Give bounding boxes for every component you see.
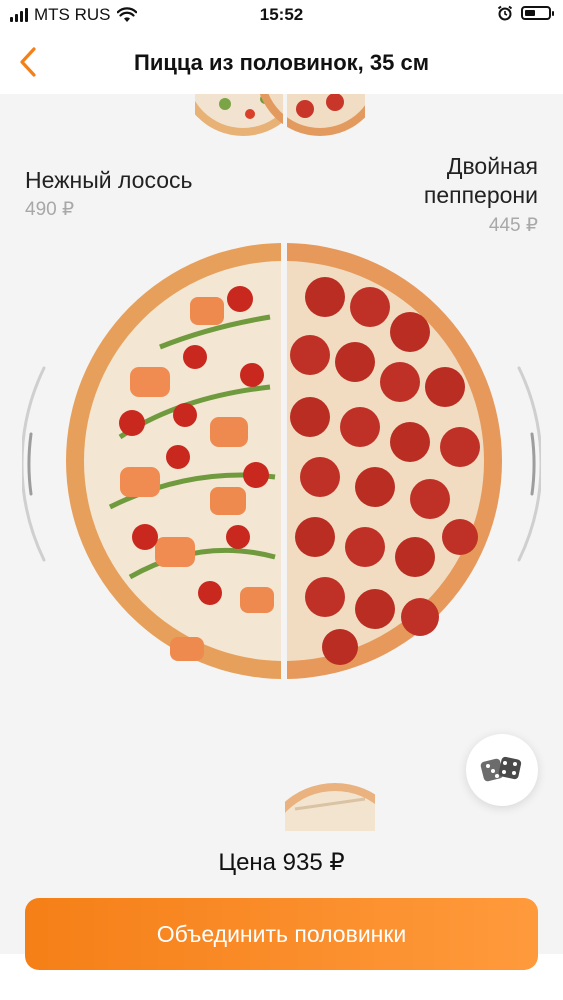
right-half-price: 445 ₽: [488, 215, 538, 236]
status-bar: MTS RUS 15:52: [0, 0, 563, 32]
page-title: Пицца из половинок, 35 см: [134, 50, 429, 75]
back-button[interactable]: [8, 42, 48, 82]
random-combination-button[interactable]: [466, 734, 538, 806]
status-time: 15:52: [259, 5, 304, 24]
right-half-name: Двойная пепперони: [423, 153, 538, 208]
left-half-name: Нежный лосось: [25, 167, 193, 193]
previous-pizza-thumbnails[interactable]: [195, 94, 365, 144]
total-price: Цена 935 ₽: [218, 849, 345, 876]
next-pizza-thumbnail[interactable]: [285, 779, 375, 831]
half-picker: Нежный лосось 490 ₽ Двойная пепперони 44…: [0, 94, 563, 954]
chevron-left-icon: [20, 47, 36, 77]
dice-icon: [480, 756, 522, 782]
alarm-icon: [497, 5, 513, 21]
right-scroll-indicator[interactable]: [515, 364, 541, 564]
left-half-price: 490 ₽: [25, 199, 75, 220]
status-right: [497, 5, 554, 21]
pizza-preview: [60, 237, 508, 685]
combine-halves-button[interactable]: Объединить половинки: [25, 898, 538, 970]
nav-bar: Пицца из половинок, 35 см: [0, 32, 563, 94]
battery-icon: [521, 6, 554, 20]
left-scroll-indicator[interactable]: [22, 364, 48, 564]
